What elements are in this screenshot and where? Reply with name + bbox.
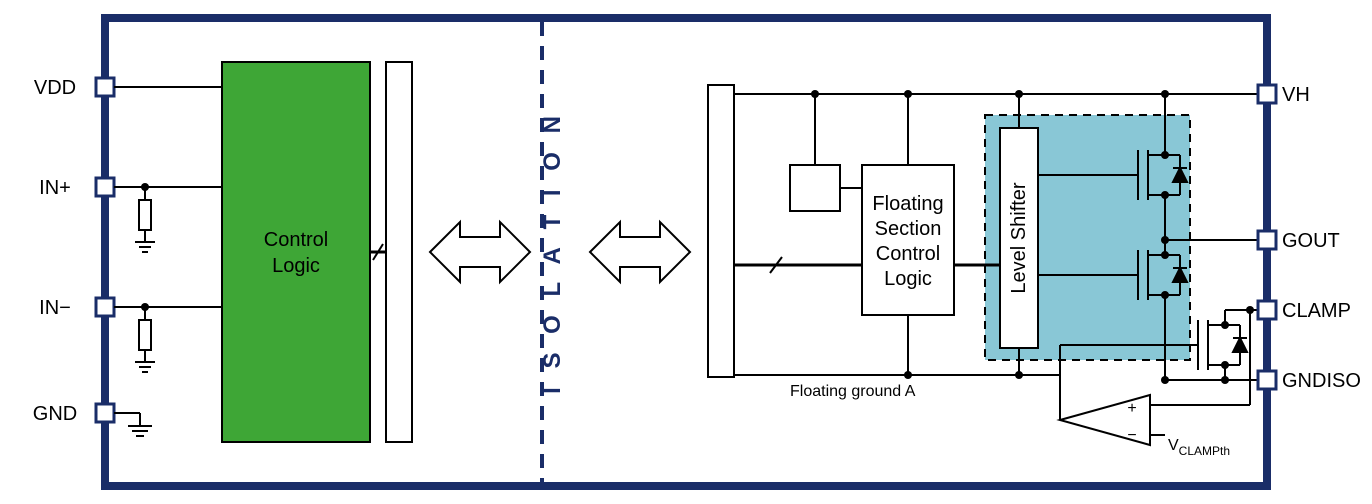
float-l2: Section <box>875 218 942 240</box>
vclampth-label: VCLAMPth <box>1168 437 1230 458</box>
pin-in-plus <box>96 178 114 196</box>
isolation-label: I S O L A T I O N <box>539 110 566 394</box>
comp-minus: − <box>1127 427 1136 444</box>
control-logic-label-2: Logic <box>272 255 320 277</box>
pin-in-minus <box>96 298 114 316</box>
float-l3: Control <box>876 243 940 265</box>
pin-gnd <box>96 404 114 422</box>
pin-gout-label: GOUT <box>1282 230 1340 252</box>
pin-vdd-label: VDD <box>34 77 76 99</box>
pin-gout <box>1258 231 1276 249</box>
resistor-in-plus <box>139 200 151 230</box>
block-diagram: I S O L A T I O N VDD IN+ IN− GND Contro… <box>0 0 1372 504</box>
uvlo-block <box>790 165 840 211</box>
float-l4: Logic <box>884 268 932 290</box>
iso-arrow-left <box>430 222 530 282</box>
control-logic-label-1: Control <box>264 229 328 251</box>
resistor-in-minus <box>139 320 151 350</box>
pin-in-plus-label: IN+ <box>39 177 71 199</box>
left-iso-interface <box>386 62 412 442</box>
pin-gndiso <box>1258 371 1276 389</box>
pin-in-minus-label: IN− <box>39 297 71 319</box>
iso-arrow-right <box>590 222 690 282</box>
floating-ground-label: Floating ground A <box>790 383 916 400</box>
pin-clamp-label: CLAMP <box>1282 300 1351 322</box>
pin-vh-label: VH <box>1282 84 1310 106</box>
pin-gnd-label: GND <box>33 403 77 425</box>
level-shifter-label: Level Shifter <box>1008 182 1030 294</box>
right-iso-interface <box>708 85 734 377</box>
pin-vh <box>1258 85 1276 103</box>
clamp-mosfet <box>1198 310 1247 380</box>
pin-gndiso-label: GNDISO <box>1282 370 1361 392</box>
floating-section-control-logic <box>862 165 954 315</box>
control-logic-block <box>222 62 370 442</box>
pin-clamp <box>1258 301 1276 319</box>
float-l1: Floating <box>872 193 943 215</box>
pin-vdd <box>96 78 114 96</box>
comp-plus: + <box>1127 400 1136 417</box>
